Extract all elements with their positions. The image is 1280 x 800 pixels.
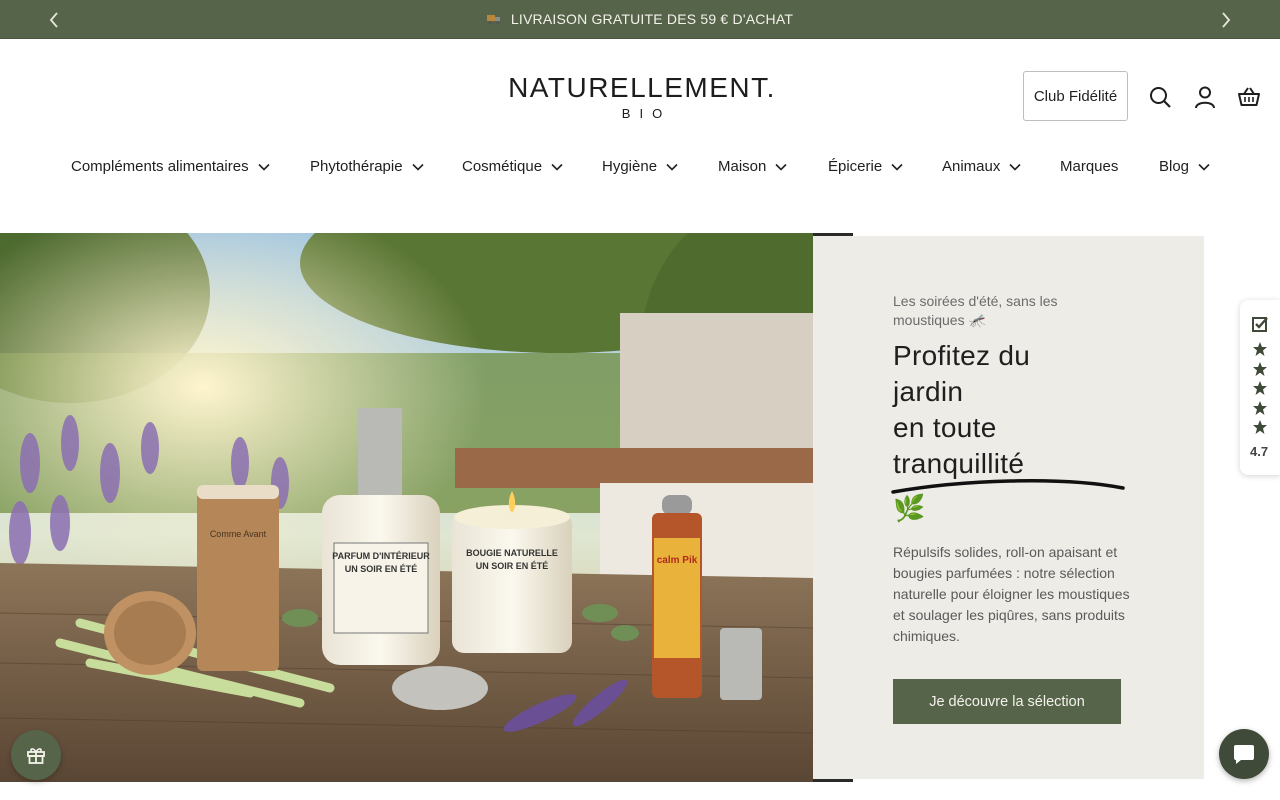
nav-item-complements[interactable]: Compléments alimentaires [71,158,270,175]
hero-eyebrow: Les soirées d'été, sans les moustiques 🦟 [893,293,1058,328]
star-icon [1253,420,1267,434]
hero-title-line: tranquillité [893,448,1025,479]
announcement-text: LIVRAISON GRATUITE DES 59 € D'ACHAT [510,11,794,27]
chevron-down-icon [258,163,270,171]
nav-item-maison[interactable]: Maison [718,158,787,175]
nav-item-cosmetique[interactable]: Cosmétique [462,158,563,175]
perfume-label-line2: UN SOIR EN ÉTÉ [345,564,418,574]
stick-label: Comme Avant [210,529,267,539]
hero-panel: Les soirées d'été, sans les moustiques 🦟… [813,236,1204,779]
nav-item-label: Animaux [942,158,1001,175]
hero-title-line: en toute [893,412,997,443]
chevron-down-icon [666,163,678,171]
chevron-down-icon [1198,163,1210,171]
chat-button[interactable] [1219,729,1269,779]
nav-item-label: Phytothérapie [310,158,403,175]
hero-divider [813,779,853,782]
main-navigation: Compléments alimentaires Phytothérapie C… [0,158,1280,184]
hero-title-line: Profitez du [893,340,1031,371]
nav-item-phytotherapie[interactable]: Phytothérapie [310,158,424,175]
star-icon [1253,401,1267,415]
chevron-left-icon [49,12,58,28]
nav-item-label: Hygiène [602,158,658,175]
nav-item-blog[interactable]: Blog [1159,158,1210,175]
nav-item-label: Compléments alimentaires [71,158,249,175]
reviews-widget[interactable]: 4.7 [1240,300,1280,475]
announcement-bar: LIVRAISON GRATUITE DES 59 € D'ACHAT [0,0,1280,39]
announcement-prev-button[interactable] [42,8,66,32]
announcement-next-button[interactable] [1214,8,1238,32]
rewards-button[interactable] [11,730,61,780]
basket-icon[interactable] [1237,85,1261,109]
announcement-message: LIVRAISON GRATUITE DES 59 € D'ACHAT [486,11,794,27]
nav-item-label: Cosmétique [462,158,543,175]
chevron-down-icon [412,163,424,171]
nav-item-animaux[interactable]: Animaux [942,158,1021,175]
chat-bubble-icon [1234,745,1254,764]
star-icon [1253,381,1267,395]
rollon-label: calm Pik [657,555,698,566]
discover-selection-button[interactable]: Je découvre la sélection [893,679,1121,724]
nav-item-label: Maison [718,158,767,175]
chevron-right-icon [1222,12,1231,28]
chevron-down-icon [1009,163,1021,171]
star-icon [1253,362,1267,376]
nav-item-label: Blog [1159,158,1190,175]
underline-swoosh-icon [891,479,1125,494]
candle-label-line2: UN SOIR EN ÉTÉ [476,561,549,571]
hero-description: Répulsifs solides, roll-on apaisant et b… [893,544,1130,644]
nav-item-marques[interactable]: Marques [1060,158,1118,175]
chevron-down-icon [775,163,787,171]
chevron-down-icon [891,163,903,171]
nav-item-epicerie[interactable]: Épicerie [828,158,903,175]
nav-item-hygiene[interactable]: Hygiène [602,158,678,175]
star-icon [1253,342,1267,356]
chevron-down-icon [551,163,563,171]
leaf-icon: 🌿 [893,493,926,523]
hero-illustration: Comme Avant PARFUM D'INTÉRIEUR UN SOIR E… [0,233,813,782]
truck-icon [486,14,500,25]
hero-title: Profitez du jardin en toute tranquillité [893,338,1153,482]
perfume-label-line1: PARFUM D'INTÉRIEUR [332,551,430,561]
nav-item-label: Épicerie [828,158,883,175]
candle-label-line1: BOUGIE NATURELLE [466,548,558,558]
hero-title-line: jardin [893,376,964,407]
hero-image[interactable]: Comme Avant PARFUM D'INTÉRIEUR UN SOIR E… [0,233,813,782]
review-score: 4.7 [1250,444,1269,459]
verified-check-icon [1252,317,1268,332]
search-icon[interactable] [1148,85,1172,109]
loyalty-club-button[interactable]: Club Fidélité [1023,71,1128,121]
nav-item-label: Marques [1060,158,1119,175]
account-icon[interactable] [1193,85,1217,109]
gift-icon [27,748,45,764]
